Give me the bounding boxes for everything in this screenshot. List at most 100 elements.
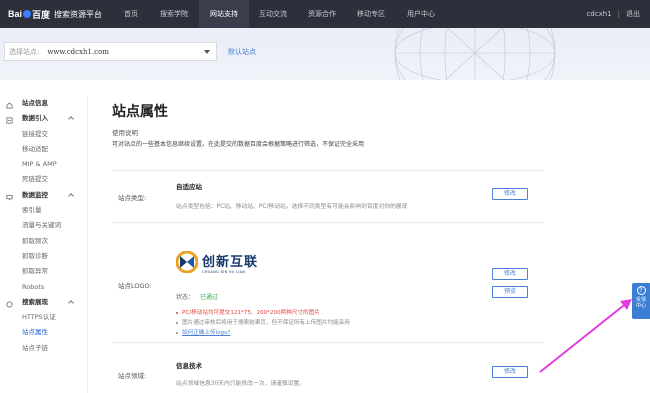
status-label: 状态：	[176, 294, 195, 301]
logo-note-size: PC/移动站均可提交121*75、200*200两种尺寸的图片	[176, 308, 320, 316]
sidebar-item-label: 流量与关键词	[22, 221, 61, 230]
chevron-up-icon	[68, 116, 74, 123]
sidebar-item-label: 站点信息	[22, 99, 48, 107]
sidebar-item-label: 数据监控	[22, 190, 48, 199]
usage-title: 使用说明	[112, 129, 138, 137]
home-icon	[6, 100, 13, 109]
logo-status: 状态： 已通过	[176, 292, 218, 301]
baidu-logo[interactable]: Bai 百度 搜索资源平台	[8, 8, 103, 21]
sidebar-item-12[interactable]: Robots	[0, 280, 87, 295]
wireframe-globe-decoration	[394, 28, 556, 80]
sidebar-item-label: 站点属性	[22, 328, 48, 337]
sidebar-item-label: 抓取频次	[22, 236, 48, 245]
sidebar-item-3[interactable]: 移动适配	[0, 142, 87, 157]
nav-item-0[interactable]: 首页	[113, 0, 149, 28]
sidebar-item-15[interactable]: 站点属性	[0, 325, 87, 340]
sidebar-item-8[interactable]: 流量与关键词	[0, 218, 87, 233]
sidebar-item-5[interactable]: 死链提交	[0, 172, 87, 187]
sidebar-item-label: 抓取诊断	[22, 251, 48, 260]
logout-link[interactable]: 退出	[626, 9, 640, 19]
sidebar-item-2[interactable]: 链接提交	[0, 127, 87, 142]
sidebar-item-label: 链接提交	[22, 129, 48, 138]
nav-item-2[interactable]: 网站支持	[199, 0, 249, 28]
sidebar-item-label: 站点子链	[22, 343, 48, 352]
sidebar-item-label: HTTPS认证	[22, 313, 56, 322]
preview-logo-button[interactable]: 预览	[492, 286, 528, 298]
user-area: cdcxh1 | 退出	[586, 0, 640, 28]
sidebar-item-1[interactable]: 数据引入	[0, 111, 87, 126]
question-icon: ?	[636, 286, 646, 295]
sidebar-item-13[interactable]: 搜索展现	[0, 295, 87, 310]
sidebar-item-16[interactable]: 站点子链	[0, 341, 87, 356]
nav-item-3[interactable]: 互动交流	[249, 0, 297, 28]
chuangxin-logo-icon	[176, 251, 198, 273]
site-type-value: 自适应站	[176, 183, 202, 191]
bullet-icon	[176, 311, 178, 314]
feedback-center-tab[interactable]: ? 反馈 中心	[632, 283, 650, 319]
logo-note-text: 图片通过审核后将用于搜索结果页，但不保证所有上传图片均能采用	[182, 320, 350, 326]
site-logo-image: 创新互联 CHUANG XIN HU LIAN	[176, 248, 258, 276]
sidebar-item-label: 索引量	[22, 206, 42, 215]
user-divider: |	[617, 10, 620, 18]
site-logo-label: 站点LOGO:	[118, 282, 152, 290]
bullet-icon	[176, 331, 178, 334]
sidebar: 站点信息数据引入链接提交移动适配 MIP & AMP 死链提交数据监控索引量流量与关…	[0, 96, 88, 393]
site-select-value: www.cdcxh1.com	[47, 47, 109, 56]
chevron-up-icon	[68, 192, 74, 199]
nav-item-1[interactable]: 搜索学院	[149, 0, 199, 28]
sidebar-item-4[interactable]: MIP & AMP	[0, 157, 87, 172]
logo-wordmark: Bai	[8, 9, 23, 19]
bullet-icon	[176, 321, 178, 324]
display-icon	[6, 299, 13, 308]
sidebar-item-6[interactable]: 数据监控	[0, 188, 87, 203]
site-type-label: 站点类型:	[118, 194, 147, 202]
sidebar-item-label: 数据引入	[22, 114, 48, 123]
site-select-dropdown[interactable]: 选择站点: www.cdcxh1.com	[4, 42, 217, 61]
logo-help-text: 如何正确上传logo?	[182, 330, 231, 336]
sidebar-item-label: 搜索展现	[22, 297, 48, 306]
page-title: 站点属性	[112, 104, 168, 120]
sidebar-item-label: 移动适配	[22, 144, 48, 153]
sidebar-item-14[interactable]: HTTPS认证	[0, 310, 87, 325]
nav-item-6[interactable]: 用户中心	[395, 0, 447, 28]
logo-note-review: 图片通过审核后将用于搜索结果页，但不保证所有上传图片均能采用	[176, 318, 350, 326]
sidebar-item-7[interactable]: 索引量	[0, 203, 87, 218]
site-selector-band: 选择站点: www.cdcxh1.com 默认站点	[0, 28, 650, 80]
site-type-desc: 站点类型包括：PC站、移动站、PC/移动站，选择不同类型有可能会影响到百度对你的…	[176, 204, 408, 210]
paw-icon	[23, 10, 32, 18]
product-name: 搜索资源平台	[54, 9, 103, 19]
default-site-link[interactable]: 默认站点	[228, 47, 256, 57]
chevron-up-icon	[68, 300, 74, 306]
usage-text: 可对站点的一些基本信息继续设置。在此提交的数据百度会根据策略进行筛选，不保证完全…	[112, 141, 365, 148]
site-domain-value: 信息技术	[176, 362, 202, 370]
logo-cn-text: 创新互联	[202, 254, 259, 270]
edit-domain-button[interactable]: 修改	[492, 366, 528, 378]
status-badge: 已通过	[200, 294, 219, 301]
sidebar-item-label: 死链提交	[22, 175, 48, 184]
username-link[interactable]: cdcxh1	[586, 10, 611, 18]
sidebar-item-9[interactable]: 抓取频次	[0, 234, 87, 249]
edit-logo-button[interactable]: 修改	[492, 268, 528, 280]
main-content: 站点属性 使用说明 可对站点的一些基本信息继续设置。在此提交的数据百度会根据策略…	[88, 80, 650, 393]
logo-en-text: CHUANG XIN HU LIAN	[202, 269, 246, 274]
data-import-icon	[6, 115, 13, 124]
sidebar-item-label: 抓取异常	[22, 267, 48, 276]
sidebar-item-10[interactable]: 抓取诊断	[0, 249, 87, 264]
edit-site-type-button[interactable]: 修改	[492, 188, 528, 200]
feedback-label: 反馈 中心	[635, 297, 646, 309]
sidebar-item-0[interactable]: 站点信息	[0, 96, 87, 111]
nav-item-5[interactable]: 移动专区	[347, 0, 395, 28]
sidebar-item-11[interactable]: 抓取异常	[0, 264, 87, 279]
row-divider	[112, 222, 544, 223]
row-divider	[112, 170, 544, 171]
caret-down-icon	[204, 50, 210, 54]
logo-help-link[interactable]: 如何正确上传logo?	[176, 328, 230, 336]
logo-suffix: 百度	[32, 9, 51, 20]
nav-item-4[interactable]: 资源合作	[297, 0, 347, 28]
top-navigation: Bai 百度 搜索资源平台 首页 搜索学院 网站支持 互动交流 资源合作 移动专区 用户中心…	[0, 0, 650, 28]
site-domain-label: 站点领域:	[118, 372, 147, 380]
nav-menu: 首页 搜索学院 网站支持 互动交流 资源合作 移动专区 用户中心	[113, 0, 447, 28]
monitor-icon	[6, 192, 13, 200]
site-domain-desc: 站点领域信息30天内只能修改一次，请谨慎设置。	[176, 381, 306, 387]
sidebar-item-label: Robots	[22, 282, 45, 291]
